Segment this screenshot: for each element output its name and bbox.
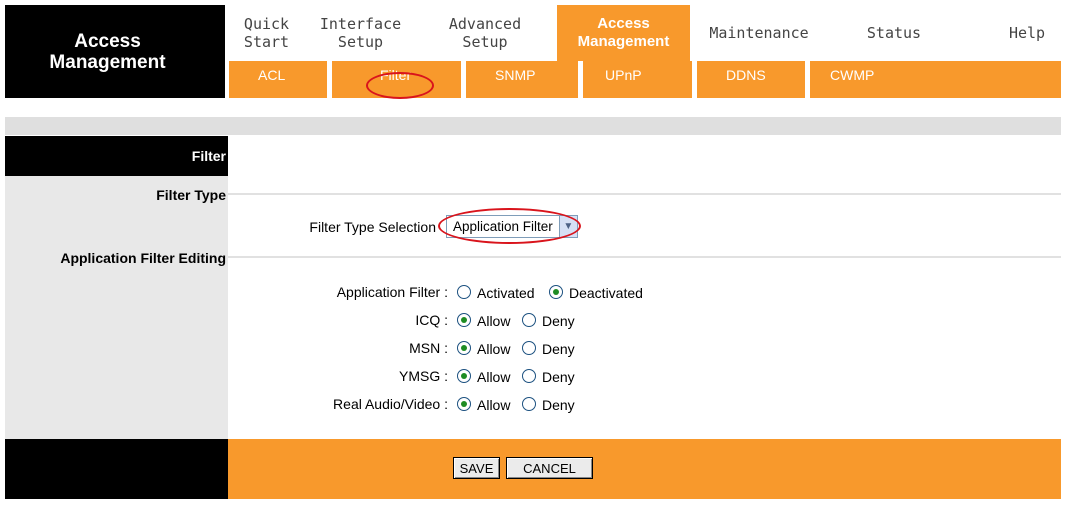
app-filter-deactivated-radio[interactable] bbox=[549, 285, 563, 299]
ymsg-deny-label: Deny bbox=[542, 369, 575, 385]
chevron-down-icon[interactable]: ▼ bbox=[559, 215, 578, 238]
subnav-separator bbox=[327, 61, 332, 98]
nav-maintenance[interactable]: Maintenance bbox=[697, 5, 821, 61]
nav-advanced-setup[interactable]: Advanced Setup bbox=[417, 5, 553, 61]
icq-allow-radio[interactable] bbox=[457, 313, 471, 327]
app-filter-deactivated-label: Deactivated bbox=[569, 285, 643, 301]
filter-type-selection-label: Filter Type Selection bbox=[309, 219, 436, 235]
sub-nav: ACL Filter SNMP UPnP DDNS CWMP bbox=[229, 61, 1061, 98]
subnav-acl[interactable]: ACL bbox=[258, 67, 285, 83]
real-audio-video-deny-label: Deny bbox=[542, 397, 575, 413]
subnav-filter[interactable]: Filter bbox=[380, 67, 411, 83]
ymsg-allow-label: Allow bbox=[477, 369, 511, 385]
ymsg-allow-radio[interactable] bbox=[457, 369, 471, 383]
msn-deny-radio[interactable] bbox=[522, 341, 536, 355]
nav-access-management-line1: Access bbox=[597, 15, 650, 32]
nav-interface-setup-line1: Interface bbox=[319, 15, 402, 33]
section-app-filter-editing-label: Application Filter Editing bbox=[60, 250, 226, 266]
brand-title-line1: Access bbox=[74, 31, 141, 52]
section-divider bbox=[228, 256, 1061, 258]
gray-band bbox=[5, 117, 1061, 135]
icq-deny-radio[interactable] bbox=[522, 313, 536, 327]
msn-deny-label: Deny bbox=[542, 341, 575, 357]
filter-type-select[interactable]: Application Filter ▼ bbox=[446, 215, 578, 238]
subnav-ddns[interactable]: DDNS bbox=[726, 67, 766, 83]
msn-label: MSN : bbox=[409, 340, 448, 356]
section-filter-type-label: Filter Type bbox=[156, 187, 226, 203]
subnav-cwmp[interactable]: CWMP bbox=[830, 67, 874, 83]
subnav-separator bbox=[578, 61, 583, 98]
footer-bar bbox=[228, 439, 1061, 499]
subnav-upnp[interactable]: UPnP bbox=[605, 67, 642, 83]
subnav-snmp[interactable]: SNMP bbox=[495, 67, 535, 83]
filter-type-select-value[interactable]: Application Filter bbox=[446, 215, 560, 238]
left-section-header: Filter bbox=[5, 136, 228, 176]
section-divider bbox=[228, 193, 1061, 195]
nav-interface-setup-line2: Setup bbox=[337, 33, 384, 51]
ymsg-deny-radio[interactable] bbox=[522, 369, 536, 383]
section-filter-label: Filter bbox=[191, 148, 226, 164]
ymsg-label: YMSG : bbox=[398, 368, 448, 384]
icq-deny-label: Deny bbox=[542, 313, 575, 329]
subnav-separator bbox=[692, 61, 697, 98]
real-audio-video-allow-radio[interactable] bbox=[457, 397, 471, 411]
top-nav: Quick Start Interface Setup Advanced Setup … bbox=[229, 5, 1061, 61]
nav-access-management[interactable]: Access Management bbox=[557, 5, 690, 61]
msn-allow-radio[interactable] bbox=[457, 341, 471, 355]
icq-allow-label: Allow bbox=[477, 313, 511, 329]
app-filter-activated-radio[interactable] bbox=[457, 285, 471, 299]
real-audio-video-label: Real Audio/Video : bbox=[333, 396, 448, 412]
nav-interface-setup[interactable]: Interface Setup bbox=[304, 5, 417, 61]
nav-quick-start[interactable]: Quick Start bbox=[229, 5, 304, 61]
icq-label: ICQ : bbox=[415, 312, 448, 328]
nav-advanced-setup-line2: Setup bbox=[462, 33, 508, 51]
brand-title-line2: Management bbox=[49, 52, 166, 73]
cancel-button[interactable]: CANCEL bbox=[506, 457, 593, 479]
nav-quick-start-line2: Start bbox=[243, 33, 290, 51]
subnav-separator bbox=[461, 61, 466, 98]
nav-help[interactable]: Help bbox=[999, 5, 1055, 61]
nav-quick-start-line1: Quick bbox=[243, 15, 290, 33]
app-filter-activated-label: Activated bbox=[477, 285, 535, 301]
nav-advanced-setup-line1: Advanced bbox=[448, 15, 522, 33]
subnav-separator bbox=[805, 61, 810, 98]
brand-block: Access Management bbox=[5, 5, 225, 98]
nav-access-management-line2: Management bbox=[577, 33, 670, 50]
msn-allow-label: Allow bbox=[477, 341, 511, 357]
real-audio-video-deny-radio[interactable] bbox=[522, 397, 536, 411]
save-button[interactable]: SAVE bbox=[453, 457, 500, 479]
left-section-column bbox=[5, 136, 228, 439]
real-audio-video-allow-label: Allow bbox=[477, 397, 511, 413]
application-filter-label: Application Filter : bbox=[336, 284, 448, 300]
footer-left bbox=[5, 439, 228, 499]
nav-status[interactable]: Status bbox=[861, 5, 927, 61]
